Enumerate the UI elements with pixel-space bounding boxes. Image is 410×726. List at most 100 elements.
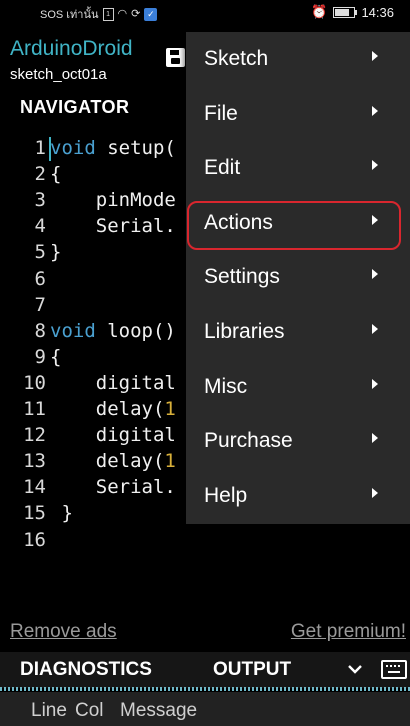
status-bar: SOS เท่านั้น 1 ◠ ⟳ ✓ ⏰ 14:36 [0,0,410,24]
menu-item-misc[interactable]: Misc [186,360,410,414]
tab-output[interactable]: OUTPUT [213,659,291,681]
code-text: pinMode [50,187,176,213]
line-number: 16 [23,528,46,551]
actions-highlight-ring [187,201,401,250]
code-token: delay( [50,450,165,473]
alarm-icon: ⏰ [311,4,328,19]
column-message: Message [120,700,198,721]
code-text: Serial. [50,474,176,500]
code-text: } [50,239,61,265]
column-col: Col [75,700,104,721]
code-token: { [50,345,62,368]
menu-item-label: Purchase [204,429,293,453]
save-icon[interactable] [166,48,185,67]
menu-item-settings[interactable]: Settings [186,250,410,304]
code-token: { [50,163,62,186]
get-premium-link[interactable]: Get premium! [291,621,406,643]
text-cursor [49,137,51,161]
wifi-icon: ◠ [117,8,128,20]
number-token: 1 [164,398,176,420]
code-text: digital [50,422,176,448]
code-token: Serial. [50,476,176,499]
column-line: Line [31,700,67,721]
submenu-arrow-icon [372,160,378,171]
menu-item-label: Edit [204,156,241,180]
line-number: 15 [23,502,46,525]
line-number: 13 [23,450,46,473]
submenu-arrow-icon [372,433,378,444]
code-text: } [50,500,73,526]
battery-icon [333,6,358,18]
tab-diagnostics[interactable]: DIAGNOSTICS [20,659,152,681]
line-number: 12 [23,424,46,447]
code-token: } [50,502,73,525]
code-text: { [50,161,61,187]
code-token: digital [50,424,176,447]
submenu-arrow-icon [372,51,378,61]
keyboard-icon[interactable] [381,660,407,679]
code-token: } [50,241,62,264]
menu-item-sketch[interactable]: Sketch [186,32,410,86]
menu-item-libraries[interactable]: Libraries [186,305,410,359]
clock: 14:36 [361,4,394,20]
line-number: 8 [34,319,46,342]
app-screen: SOS เท่านั้น 1 ◠ ⟳ ✓ ⏰ 14:36 ArduinoDroi… [0,0,410,726]
code-token: pinMode [50,189,176,212]
line-number: 2 [34,163,46,186]
line-number: 7 [34,293,46,316]
code-token: delay( [50,398,165,420]
menu-item-purchase[interactable]: Purchase [186,414,410,468]
submenu-arrow-icon [372,269,378,280]
diagnostics-header: Line Col Message [0,692,410,726]
remove-ads-link[interactable]: Remove ads [10,621,117,643]
code-text: { [50,344,61,370]
app-title: ArduinoDroid [10,37,133,60]
sim-icon: 1 [102,7,114,21]
line-number: 1 [34,137,46,159]
navigator-label[interactable]: NAVIGATOR [20,97,130,118]
line-number: 5 [34,241,46,264]
submenu-arrow-icon [372,378,378,389]
line-number: 14 [23,476,46,499]
code-token: setup( [95,137,176,159]
line-number: 10 [23,371,46,394]
status-right: ⏰ 14:36 [311,4,394,20]
code-token: loop() [95,319,176,342]
sync-icon: ⟳ [131,8,141,20]
code-text: digital [50,370,176,396]
menu-item-label: Misc [204,374,248,398]
line-number: 6 [34,267,46,290]
submenu-arrow-icon [372,487,378,498]
code-text: void loop() [50,318,176,344]
number-token: 1 [164,450,176,473]
menu-item-file[interactable]: File [186,87,410,141]
keyword-token: void [50,137,96,159]
menu-item-label: Settings [204,265,280,289]
line-number: 11 [23,398,46,420]
submenu-arrow-icon [372,105,378,116]
code-text: void setup( [50,135,176,161]
app-notification-icon: ✓ [144,7,158,21]
menu-item-label: File [204,101,238,125]
menu-item-label: Help [204,483,248,507]
chevron-down-icon[interactable] [346,660,364,678]
code-token: Serial. [50,215,176,238]
submenu-arrow-icon [372,324,378,334]
menu-item-label: Libraries [204,320,285,343]
menu-item-label: Sketch [204,47,269,70]
code-text: delay(1 [50,396,176,422]
code-text: Serial. [50,213,176,239]
status-left: SOS เท่านั้น 1 ◠ ⟳ ✓ [40,5,158,23]
sketch-name: sketch_oct01a [10,66,107,83]
code-token: digital [50,371,176,394]
carrier-text: SOS เท่านั้น [40,9,99,21]
overflow-menu: Sketch File Edit Actions Settings Libraries Mi… [186,32,410,524]
line-number: 4 [34,215,46,238]
line-number: 9 [34,345,46,368]
line-number: 3 [34,189,46,212]
code-text: delay(1 [50,448,176,474]
keyword-token: void [50,319,96,342]
tab-indicator [0,687,410,691]
menu-item-help[interactable]: Help [186,469,410,523]
menu-item-edit[interactable]: Edit [186,141,410,195]
